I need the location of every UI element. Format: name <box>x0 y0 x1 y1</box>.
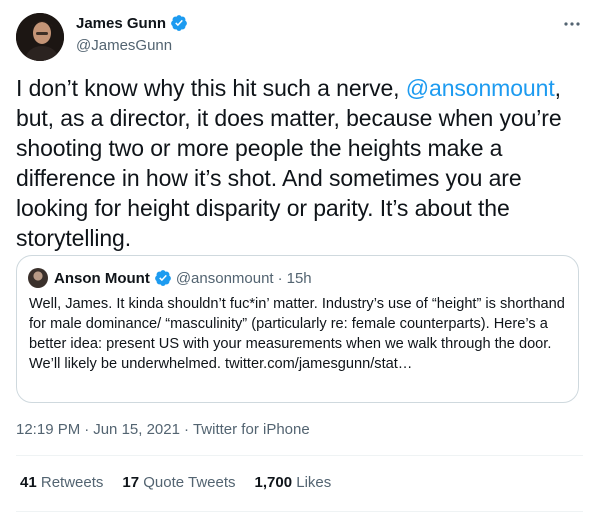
timestamp-separator: · <box>84 421 90 438</box>
retweets-count: 41 <box>20 474 37 491</box>
tweet-text: I don’t know why this hit such a nerve, … <box>16 73 586 253</box>
quote-tweets-count: 17 <box>122 474 140 491</box>
retweets-stat[interactable]: 41 Retweets <box>20 474 103 491</box>
quoted-tweet-text: Well, James. It kinda shouldn’t fuc*in’ … <box>29 296 565 372</box>
quoted-author-name: Anson Mount <box>54 269 150 287</box>
verified-badge-icon <box>154 269 172 287</box>
likes-label: Likes <box>296 474 332 491</box>
quote-tweets-stat[interactable]: 17 Quote Tweets <box>122 474 235 491</box>
quote-tweets-label: Quote Tweets <box>143 474 236 491</box>
author-name-text: James Gunn <box>76 14 167 32</box>
tweet-timestamp: 12:19 PM · Jun 15, 2021 · Twitter for iP… <box>16 421 310 438</box>
tweet-text-part-1: I don’t know why this hit such a nerve, <box>16 75 406 101</box>
quoted-tweet[interactable]: Anson Mount @ansonmount · 15h Well, Jame… <box>16 255 579 403</box>
quoted-time: 15h <box>286 269 312 287</box>
author-name[interactable]: James Gunn <box>76 14 188 32</box>
quoted-author-handle: @ansonmount <box>175 269 274 287</box>
retweets-label: Retweets <box>40 474 104 491</box>
tweet-source[interactable]: Twitter for iPhone <box>193 421 310 438</box>
quoted-author-avatar <box>28 268 48 288</box>
tweet-stats: 41 Retweets 17 Quote Tweets 1,700 Likes <box>20 474 331 491</box>
tweet-date[interactable]: Jun 15, 2021 <box>93 421 180 438</box>
more-options-icon[interactable] <box>560 12 584 36</box>
divider <box>16 511 583 512</box>
author-avatar[interactable] <box>16 13 64 61</box>
quoted-tweet-header: Anson Mount @ansonmount · 15h <box>54 268 312 288</box>
tweet-time[interactable]: 12:19 PM <box>16 421 80 438</box>
mention-link[interactable]: @ansonmount <box>406 75 555 101</box>
tweet-card: James Gunn @JamesGunn I don’t know why t… <box>0 0 599 514</box>
timestamp-separator: · <box>183 421 189 438</box>
author-handle[interactable]: @JamesGunn <box>76 37 172 54</box>
quoted-separator: · <box>277 269 283 287</box>
verified-badge-icon <box>170 14 188 32</box>
tweet-text-part-2: , but, as a director, it does matter, be… <box>16 75 562 251</box>
likes-count: 1,700 <box>254 474 293 491</box>
likes-stat[interactable]: 1,700 Likes <box>255 474 332 491</box>
divider <box>16 455 583 456</box>
